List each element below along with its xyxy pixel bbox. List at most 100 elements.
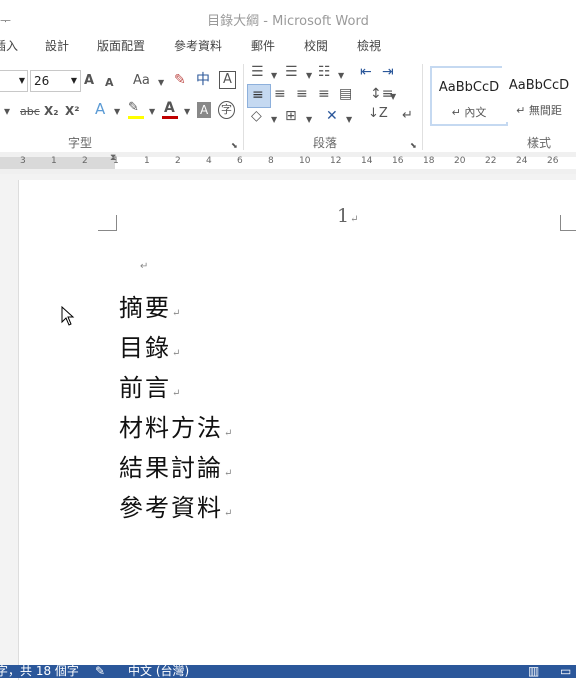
strikethrough-icon[interactable]: abc	[20, 104, 40, 120]
chevron-down-icon[interactable]: ▼	[338, 68, 344, 84]
grow-font-icon[interactable]: A	[84, 73, 94, 89]
paragraph-mark: ↵	[172, 308, 181, 319]
subscript-icon[interactable]: X₂	[44, 103, 59, 119]
change-case-icon[interactable]: Aa	[133, 73, 150, 89]
quick-access-toolbar-icon[interactable]: ᅮ	[0, 12, 11, 29]
word-count[interactable]: 字，共 18 個字	[0, 665, 79, 678]
horizontal-ruler[interactable]: 31211246810121416182022242628 ⧗	[0, 152, 576, 174]
chevron-down-icon: ▼	[18, 76, 25, 85]
ruler-tick-label: 2	[175, 156, 181, 166]
ruler-tick-label: 24	[516, 156, 528, 166]
font-group-label: 字型	[68, 136, 93, 150]
show-paragraph-marks-icon[interactable]: ↵	[402, 108, 413, 124]
heading-line[interactable]: 參考資料↵	[119, 488, 232, 523]
tab-insert[interactable]: 插入	[0, 37, 18, 54]
decrease-indent-icon[interactable]: ⇤	[360, 64, 372, 80]
clear-formatting-icon[interactable]: ✎	[174, 72, 186, 88]
style-sample: AaBbCcD	[438, 80, 500, 95]
indent-marker-icon[interactable]: ⧗	[110, 153, 116, 163]
style-sample: AaBbCcD	[508, 78, 570, 93]
font-name-combo[interactable]: ▼	[0, 70, 28, 92]
heading-text: 摘要	[119, 294, 171, 322]
align-center-icon[interactable]: ≡	[274, 86, 286, 102]
chevron-down-icon[interactable]: ▼	[346, 112, 352, 128]
styles-group-label: 樣式	[527, 136, 552, 150]
borders-icon[interactable]: ⊞	[285, 108, 297, 124]
title-bar: 目錄大綱 - Microsoft Word	[0, 0, 576, 33]
heading-line[interactable]: 目錄↵	[119, 328, 180, 363]
chevron-down-icon[interactable]: ▼	[271, 68, 277, 84]
ruler-tick-label: 10	[299, 156, 311, 166]
print-layout-icon[interactable]: ▭	[560, 665, 571, 678]
justify-icon[interactable]: ≡	[318, 86, 330, 102]
text-effects-icon[interactable]: A	[95, 101, 105, 117]
distributed-icon[interactable]: ▤	[339, 86, 352, 102]
chevron-down-icon[interactable]: ▼	[158, 75, 164, 91]
highlight-color-swatch	[128, 116, 144, 119]
chevron-down-icon[interactable]: ▼	[184, 104, 190, 120]
highlight-color-icon[interactable]: ✎	[128, 100, 139, 116]
multilevel-list-icon[interactable]: ☷	[318, 64, 331, 80]
font-size-value: 26	[34, 74, 50, 88]
tab-layout[interactable]: 版面配置	[97, 37, 145, 54]
enclose-characters-icon[interactable]: 字	[218, 101, 235, 119]
chevron-down-icon[interactable]: ▼	[306, 112, 312, 128]
style-normal[interactable]: AaBbCcD ↵ 內文	[430, 66, 508, 126]
heading-text: 結果討論	[119, 454, 223, 482]
ruler-tick-label: 1	[144, 156, 150, 166]
font-color-icon[interactable]: A	[164, 100, 175, 116]
phonetic-guide-icon[interactable]: 中	[196, 72, 210, 88]
read-mode-icon[interactable]: ▥	[528, 665, 539, 678]
chevron-down-icon[interactable]: ▼	[114, 104, 120, 120]
status-bar: 字，共 18 個字 ✎ 中文 (台灣) ▥ ▭	[0, 665, 576, 678]
tab-references[interactable]: 參考資料	[174, 37, 222, 54]
heading-text: 參考資料	[119, 494, 223, 522]
tab-review[interactable]: 校閱	[304, 37, 328, 54]
ruler-tick-label: 20	[454, 156, 466, 166]
paragraph-mark: ↵	[140, 261, 149, 272]
sort-icon[interactable]: ↓Z	[368, 106, 388, 122]
bullets-icon[interactable]: ☰	[251, 64, 264, 80]
align-right-icon[interactable]: ≡	[296, 86, 308, 102]
heading-line[interactable]: 材料方法↵	[119, 408, 232, 443]
style-name: ↵ 內文	[451, 106, 487, 119]
proofing-icon[interactable]: ✎	[95, 665, 105, 678]
asian-layout-icon[interactable]: ✕	[326, 108, 338, 124]
chevron-down-icon[interactable]: ▼	[390, 89, 396, 105]
heading-line[interactable]: 前言↵	[119, 368, 180, 403]
font-color-swatch	[162, 116, 178, 119]
ribbon-tabs: 插入 設計 版面配置 參考資料 郵件 校閱 檢視	[0, 33, 576, 57]
shading-icon[interactable]: ◇	[251, 108, 262, 124]
divider	[243, 64, 244, 150]
character-border-icon[interactable]: A	[219, 71, 236, 89]
font-size-combo[interactable]: 26 ▼	[30, 70, 81, 92]
margin-corner-marker	[560, 215, 576, 231]
window-title: 目錄大綱 - Microsoft Word	[207, 14, 369, 29]
chevron-down-icon[interactable]: ▾	[4, 103, 10, 119]
ruler-tick-label: 26	[547, 156, 559, 166]
ruler-tick-label: 16	[392, 156, 404, 166]
chevron-down-icon[interactable]: ▼	[306, 68, 312, 84]
chevron-down-icon[interactable]: ▼	[271, 112, 277, 128]
superscript-icon[interactable]: X²	[65, 103, 80, 119]
chevron-down-icon: ▼	[70, 76, 77, 85]
mouse-cursor-icon	[61, 306, 75, 326]
character-shading-icon[interactable]: A	[197, 102, 212, 118]
style-no-spacing[interactable]: AaBbCcD ↵ 無間距	[502, 66, 576, 122]
ruler-tick-label: 18	[423, 156, 435, 166]
heading-line[interactable]: 摘要↵	[119, 288, 180, 323]
chevron-down-icon[interactable]: ▼	[149, 104, 155, 120]
increase-indent-icon[interactable]: ⇥	[382, 64, 394, 80]
align-left-button[interactable]: ≡	[247, 84, 271, 108]
tab-design[interactable]: 設計	[45, 37, 69, 54]
document-canvas[interactable]	[0, 174, 576, 680]
ruler-tick-label: 22	[485, 156, 497, 166]
document-page[interactable]	[18, 180, 576, 680]
numbering-icon[interactable]: ☰	[285, 64, 298, 80]
heading-line[interactable]: 結果討論↵	[119, 448, 232, 483]
shrink-font-icon[interactable]: A	[105, 75, 114, 91]
tab-view[interactable]: 檢視	[357, 37, 381, 54]
ruler-tick-label: 4	[206, 156, 212, 166]
tab-mailings[interactable]: 郵件	[251, 37, 275, 54]
language-indicator[interactable]: 中文 (台灣)	[128, 665, 189, 678]
